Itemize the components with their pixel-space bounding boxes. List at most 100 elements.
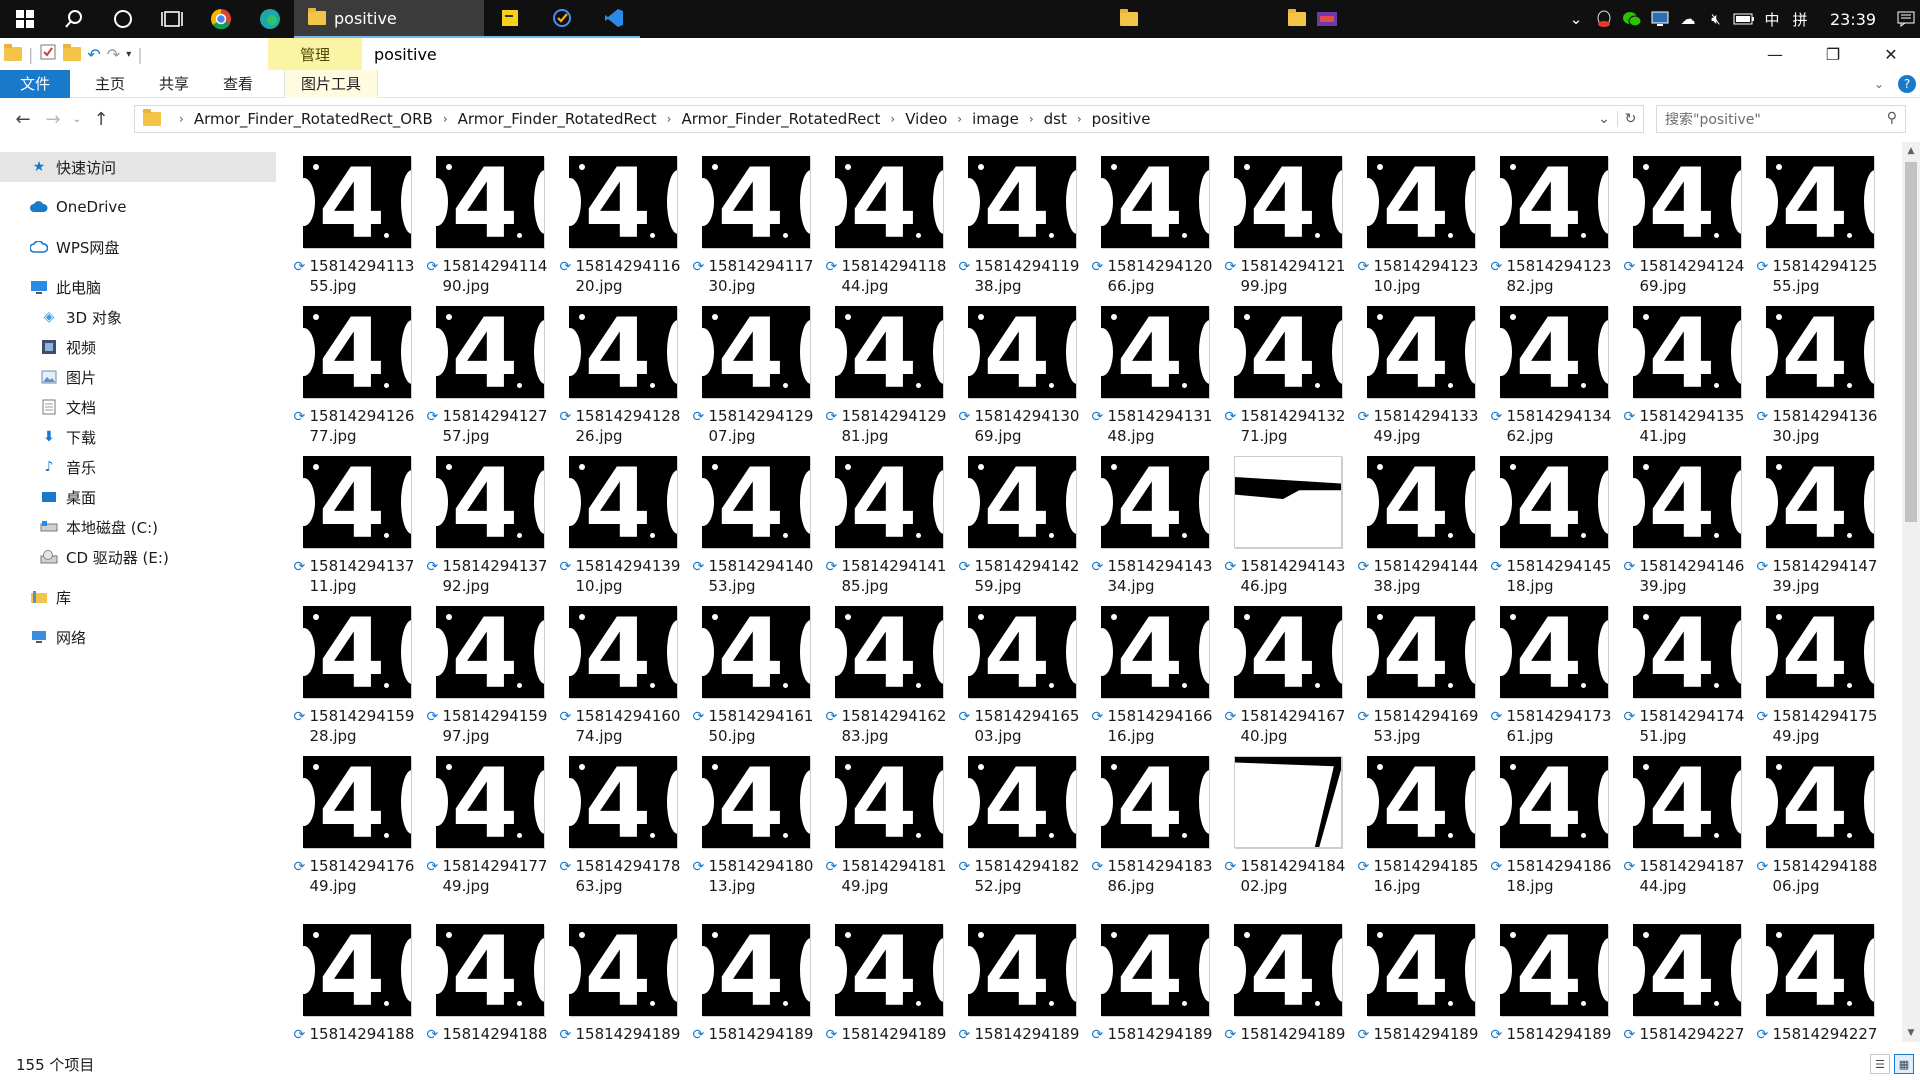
battery-icon[interactable] (1730, 0, 1758, 38)
file-item[interactable]: ⟳ 1581429414346.jpg (1221, 450, 1354, 600)
breadcrumb-item[interactable]: dst (1044, 110, 1067, 128)
chevron-right-icon[interactable]: › (957, 112, 962, 126)
file-item[interactable]: 4 ⟳ 1581429418806.jpg (1753, 750, 1886, 900)
nav-desktop[interactable]: 桌面 (0, 482, 276, 512)
nav-cd-drive-e[interactable]: CD 驱动器 (E:) (0, 542, 276, 572)
scroll-up-icon[interactable]: ▲ (1902, 142, 1920, 160)
new-folder-icon[interactable] (63, 44, 82, 61)
file-item[interactable]: 4 ⟳ 1581429413711.jpg (290, 450, 423, 600)
file-item[interactable]: 4 ⟳ 1581429417549.jpg (1753, 600, 1886, 750)
file-item[interactable]: 4 ⟳ 1581429412199.jpg (1221, 150, 1354, 300)
nav-libraries[interactable]: 库 (0, 582, 276, 612)
file-item[interactable]: 4 ⟳ 1581429415997.jpg (423, 600, 556, 750)
minimize-button[interactable]: — (1746, 38, 1804, 70)
file-item[interactable]: 4 ⟳ 1581429412555.jpg (1753, 150, 1886, 300)
scrollbar-thumb[interactable] (1905, 162, 1917, 522)
file-item[interactable]: 4 ⟳158142941893 (955, 918, 1088, 1045)
file-item[interactable]: 4 ⟳158142942274 (1753, 918, 1886, 1045)
file-item[interactable]: 4 ⟳ 1581429414185.jpg (822, 450, 955, 600)
file-item[interactable]: 4 ⟳158142941892 (822, 918, 955, 1045)
breadcrumb-item[interactable]: positive (1092, 110, 1151, 128)
file-item[interactable]: 4 ⟳ 1581429413630.jpg (1753, 300, 1886, 450)
breadcrumb-item[interactable]: Armor_Finder_RotatedRect_ORB (194, 110, 433, 128)
file-item[interactable]: 4 ⟳ 1581429411355.jpg (290, 150, 423, 300)
file-item[interactable]: 4 ⟳ 1581429417749.jpg (423, 750, 556, 900)
taskbar-group[interactable] (1288, 9, 1338, 27)
file-item[interactable]: 4 ⟳ 1581429418744.jpg (1620, 750, 1753, 900)
file-item[interactable]: 4 ⟳ 1581429413271.jpg (1221, 300, 1354, 450)
back-button[interactable]: ← (8, 99, 38, 139)
nav-local-disk-c[interactable]: 本地磁盘 (C:) (0, 512, 276, 542)
nav-documents[interactable]: 文档 (0, 392, 276, 422)
search-box[interactable]: 搜索"positive" ⚲ (1656, 105, 1906, 133)
file-item[interactable]: 4 ⟳ 1581429418516.jpg (1354, 750, 1487, 900)
file-item[interactable]: 4 ⟳ 1581429411844.jpg (822, 150, 955, 300)
breadcrumb-item[interactable]: Armor_Finder_RotatedRect (681, 110, 880, 128)
recent-locations-icon[interactable]: ⌄ (68, 99, 86, 139)
tab-picture-tools[interactable]: 图片工具 (284, 69, 378, 98)
address-history-icon[interactable]: ⌄ (1591, 111, 1617, 127)
file-item[interactable]: 4 ⟳ 1581429416150.jpg (689, 600, 822, 750)
file-item[interactable]: 4 ⟳ 1581429412382.jpg (1487, 150, 1620, 300)
nav-pictures[interactable]: 图片 (0, 362, 276, 392)
file-item[interactable]: 4 ⟳ 1581429415928.jpg (290, 600, 423, 750)
file-item[interactable]: ⟳ 1581429418402.jpg (1221, 750, 1354, 900)
edge-taskbar-button[interactable] (245, 0, 294, 38)
file-item[interactable]: 4 ⟳ 1581429412066.jpg (1088, 150, 1221, 300)
scroll-down-icon[interactable]: ▼ (1902, 1024, 1920, 1042)
file-item[interactable]: 4 ⟳ 1581429414259.jpg (955, 450, 1088, 600)
file-item[interactable]: 4 ⟳ 1581429413349.jpg (1354, 300, 1487, 450)
taskbar-todo[interactable] (536, 0, 588, 38)
file-item[interactable]: 4 ⟳158142942273 (1620, 918, 1753, 1045)
keyboard-layout[interactable]: 拼 (1786, 0, 1814, 38)
properties-icon[interactable] (39, 43, 57, 65)
chevron-right-icon[interactable]: › (443, 112, 448, 126)
file-item[interactable]: 4 ⟳ 1581429414739.jpg (1753, 450, 1886, 600)
file-item[interactable]: 4 ⟳ 1581429414438.jpg (1354, 450, 1487, 600)
tab-view[interactable]: 查看 (206, 70, 270, 98)
file-item[interactable]: 4 ⟳ 1581429413462.jpg (1487, 300, 1620, 450)
breadcrumb-item[interactable]: image (972, 110, 1019, 128)
file-item[interactable]: 4 ⟳ 1581429411938.jpg (955, 150, 1088, 300)
file-item[interactable]: 4 ⟳ 1581429418618.jpg (1487, 750, 1620, 900)
file-item[interactable]: 4 ⟳158142941899 (1487, 918, 1620, 1045)
refresh-icon[interactable]: ↻ (1617, 111, 1643, 127)
file-item[interactable]: 4 ⟳ 1581429411620.jpg (556, 150, 689, 300)
redo-icon[interactable]: ↷ (107, 45, 120, 64)
file-item[interactable]: 4 ⟳ 1581429412677.jpg (290, 300, 423, 450)
file-item[interactable]: 4 ⟳ 1581429413541.jpg (1620, 300, 1753, 450)
file-item[interactable]: 4 ⟳ 1581429417863.jpg (556, 750, 689, 900)
file-item[interactable]: 4 ⟳ 1581429412757.jpg (423, 300, 556, 450)
file-item[interactable]: 4 ⟳ 1581429416503.jpg (955, 600, 1088, 750)
tab-share[interactable]: 共享 (142, 70, 206, 98)
file-item[interactable]: 4 ⟳ 1581429412826.jpg (556, 300, 689, 450)
nav-3d-objects[interactable]: ◈ 3D 对象 (0, 302, 276, 332)
volume-muted-icon[interactable]: 🔇︎ (1702, 0, 1730, 38)
file-item[interactable]: 4 ⟳ 1581429416074.jpg (556, 600, 689, 750)
file-item[interactable]: 4 ⟳ 1581429418386.jpg (1088, 750, 1221, 900)
cortana-button[interactable] (98, 0, 147, 38)
taskbar-sticky-notes[interactable] (484, 0, 536, 38)
file-item[interactable]: 4 ⟳158142941894 (1088, 918, 1221, 1045)
chevron-right-icon[interactable]: › (179, 112, 184, 126)
network-icon[interactable]: ☁ (1674, 0, 1702, 38)
wechat-icon[interactable] (1618, 0, 1646, 38)
file-item[interactable]: 4 ⟳ 1581429412469.jpg (1620, 150, 1753, 300)
file-item[interactable]: 4 ⟳ 1581429417451.jpg (1620, 600, 1753, 750)
chevron-right-icon[interactable]: › (890, 112, 895, 126)
file-item[interactable]: 4 ⟳ 1581429417361.jpg (1487, 600, 1620, 750)
help-icon[interactable]: ? (1898, 75, 1916, 93)
file-item[interactable]: 4 ⟳ 1581429411490.jpg (423, 150, 556, 300)
breadcrumb-item[interactable]: Armor_Finder_RotatedRect (458, 110, 657, 128)
file-item[interactable]: 4 ⟳ 1581429416953.jpg (1354, 600, 1487, 750)
nav-this-pc[interactable]: 此电脑 (0, 272, 276, 302)
close-button[interactable]: ✕ (1862, 38, 1920, 70)
tab-file[interactable]: 文件 (0, 69, 70, 98)
forward-button[interactable]: → (38, 99, 68, 139)
file-item[interactable]: 4 ⟳ 1581429414334.jpg (1088, 450, 1221, 600)
file-item[interactable]: 4 ⟳158142941897 (1354, 918, 1487, 1045)
vertical-scrollbar[interactable]: ▲ ▼ (1902, 142, 1920, 1042)
file-item[interactable]: 4 ⟳158142941896 (1221, 918, 1354, 1045)
up-button[interactable]: ↑ (86, 99, 116, 139)
nav-wps-drive[interactable]: WPS网盘 (0, 232, 276, 262)
